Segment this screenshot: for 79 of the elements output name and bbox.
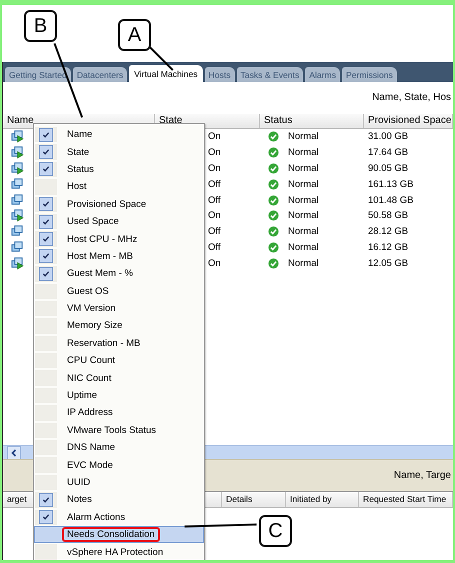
tab[interactable]: Tasks & Events: [236, 67, 304, 82]
table-cell: Normal: [288, 178, 319, 190]
column-header[interactable]: Status: [260, 114, 364, 128]
menu-item[interactable]: Status: [34, 160, 204, 178]
table-cell: Off: [208, 242, 220, 253]
table-cell: 101.48 GB: [368, 194, 414, 206]
table-cell: Off: [208, 194, 220, 206]
table-cell: Normal: [288, 162, 319, 174]
tab[interactable]: Hosts: [204, 67, 234, 82]
menu-item[interactable]: DNS Name: [34, 439, 204, 456]
filter-label: Name, Targe: [394, 470, 452, 481]
table-cell: Normal: [288, 258, 319, 269]
filter-label: Name, State, Hos: [372, 92, 452, 102]
menu-item[interactable]: Guest Mem - %: [34, 265, 204, 283]
menu-item[interactable]: VMware Tools Status: [34, 422, 204, 440]
table-cell: Off: [208, 178, 220, 190]
menu-item[interactable]: vSphere HA Protection: [34, 543, 204, 560]
status-ok-icon: [268, 258, 279, 269]
menu-item[interactable]: Alarm Actions: [34, 508, 204, 526]
status-ok-icon: [268, 131, 279, 142]
menu-item[interactable]: Used Space: [34, 212, 204, 230]
menu-item[interactable]: Guest OS: [34, 282, 204, 300]
column-header[interactable]: Details: [222, 492, 286, 507]
tab[interactable]: Datacenters: [72, 67, 128, 82]
table-cell: Normal: [288, 210, 319, 222]
menu-item[interactable]: Notes: [34, 491, 204, 509]
table-cell: On: [208, 258, 221, 269]
menu-item[interactable]: Name: [34, 126, 204, 144]
column-header[interactable]: Requested Start Time: [359, 492, 453, 507]
table-cell: Normal: [288, 147, 319, 158]
status-ok-icon: [268, 162, 279, 174]
menu-item[interactable]: NIC Count: [34, 369, 204, 387]
menu-item[interactable]: VM Version: [34, 300, 204, 318]
table-cell: Normal: [288, 242, 319, 253]
status-ok-icon: [268, 178, 279, 190]
table-cell: On: [208, 131, 221, 142]
menu-item[interactable]: EVC Mode: [34, 456, 204, 474]
table-cell: 161.13 GB: [368, 178, 414, 190]
callout-label: A: [118, 19, 151, 51]
table-cell: 31.00 GB: [368, 131, 408, 142]
menu-item[interactable]: Reservation - MB: [34, 334, 204, 352]
callout-label: C: [259, 515, 292, 547]
status-ok-icon: [268, 226, 279, 238]
status-ok-icon: [268, 210, 279, 222]
menu-item[interactable]: Needs Consolidation: [34, 526, 204, 544]
status-ok-icon: [268, 147, 279, 158]
menu-item[interactable]: CPU Count: [34, 352, 204, 370]
table-cell: 50.58 GB: [368, 210, 408, 222]
tab[interactable]: Permissions: [342, 67, 397, 82]
tab[interactable]: Virtual Machines: [129, 65, 203, 82]
status-ok-icon: [268, 194, 279, 206]
table-cell: 12.05 GB: [368, 258, 408, 269]
table-cell: Off: [208, 226, 220, 238]
menu-item[interactable]: Host Mem - MB: [34, 248, 204, 266]
column-header[interactable]: Provisioned Space: [364, 114, 453, 128]
table-cell: Normal: [288, 226, 319, 238]
menu-item[interactable]: State: [34, 143, 204, 161]
table-cell: On: [208, 210, 221, 222]
table-cell: Normal: [288, 131, 319, 142]
tab[interactable]: Alarms: [305, 67, 340, 82]
callout-label: B: [24, 10, 57, 42]
menu-item[interactable]: Host CPU - MHz: [34, 230, 204, 248]
menu-item[interactable]: IP Address: [34, 404, 204, 422]
menu-item[interactable]: Host: [34, 178, 204, 196]
table-cell: On: [208, 147, 221, 158]
table-cell: 28.12 GB: [368, 226, 408, 238]
table-cell: 17.64 GB: [368, 147, 408, 158]
column-header[interactable]: Initiated by: [286, 492, 359, 507]
table-cell: Normal: [288, 194, 319, 206]
table-cell: 90.05 GB: [368, 162, 408, 174]
table-cell: On: [208, 162, 221, 174]
scroll-left-icon[interactable]: [7, 446, 21, 460]
menu-item[interactable]: Memory Size: [34, 317, 204, 335]
menu-item[interactable]: UUID: [34, 474, 204, 492]
menu-item[interactable]: Uptime: [34, 386, 204, 404]
table-cell: 16.12 GB: [368, 242, 408, 253]
leader-line: [148, 46, 174, 71]
menu-item[interactable]: Provisioned Space: [34, 196, 204, 213]
status-ok-icon: [268, 242, 279, 253]
